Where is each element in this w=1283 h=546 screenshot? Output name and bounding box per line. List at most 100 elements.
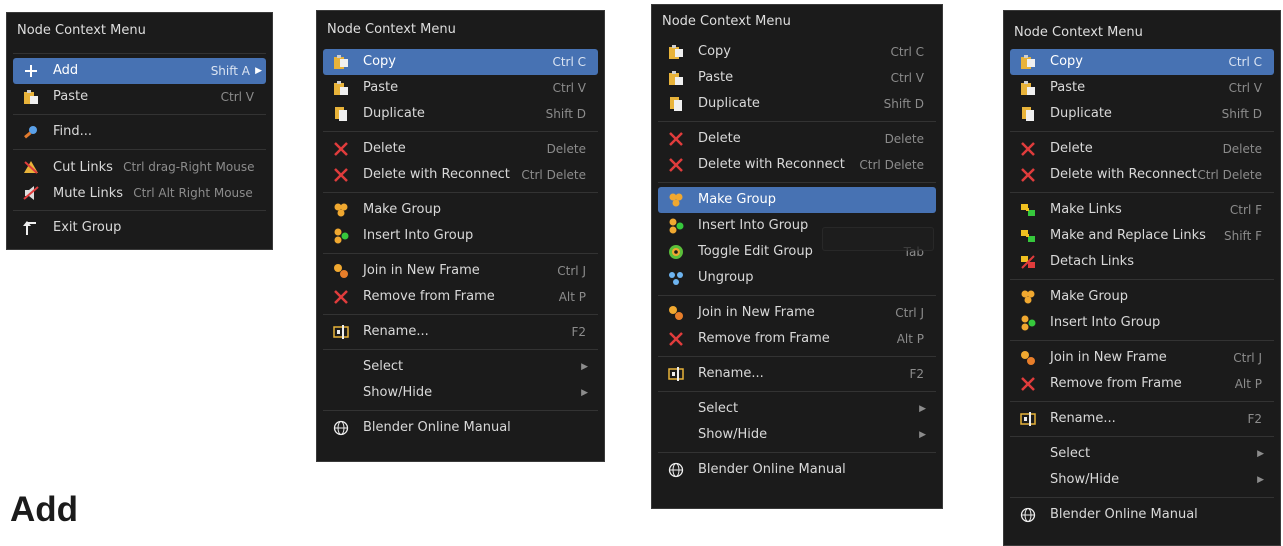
- menu-item-paste[interactable]: Paste Ctrl V: [658, 65, 936, 91]
- menu-item-mute-links[interactable]: Mute Links Ctrl Alt Right Mouse: [13, 180, 266, 206]
- menu-item-label: Duplicate: [698, 96, 760, 111]
- separator: [1010, 401, 1274, 402]
- menu-item-shortcut: Ctrl F: [1229, 203, 1262, 217]
- insert-group-icon: [668, 218, 684, 234]
- menu-item-select[interactable]: Select ▶: [1010, 441, 1274, 467]
- menu-item-copy[interactable]: Copy Ctrl C: [658, 39, 936, 65]
- mute-links-icon: [23, 185, 39, 201]
- menu-item-delete-with-reconnect[interactable]: Delete with Reconnect Ctrl Delete: [323, 162, 598, 188]
- menu-item-paste[interactable]: Paste Ctrl V: [323, 75, 598, 101]
- menu-item-show-hide[interactable]: Show/Hide ▶: [1010, 467, 1274, 493]
- menu-item-select[interactable]: Select ▶: [323, 354, 598, 380]
- delete-x-icon: [333, 167, 349, 183]
- menu-item-label: Find...: [53, 124, 93, 139]
- page-heading: Add: [10, 490, 79, 529]
- make-replace-links-icon: [1020, 228, 1036, 244]
- menu-item-label: Blender Online Manual: [363, 420, 511, 435]
- menu-item-shortcut: Shift D: [883, 97, 924, 111]
- menu-item-remove-from-frame[interactable]: Remove from Frame Alt P: [658, 326, 936, 352]
- menu-item-delete[interactable]: Delete Delete: [323, 136, 598, 162]
- node-context-menu-3: Node Context Menu Copy Ctrl C Paste Ctrl…: [651, 4, 943, 509]
- menu-item-shortcut: Ctrl C: [552, 55, 586, 69]
- menu-item-label: Make Group: [1050, 289, 1128, 304]
- menu-item-make-group[interactable]: Make Group: [323, 197, 598, 223]
- menu-item-label: Rename...: [698, 366, 764, 381]
- menu-item-delete-with-reconnect[interactable]: Delete with Reconnect Ctrl Delete: [658, 152, 936, 178]
- menu-item-show-hide[interactable]: Show/Hide ▶: [658, 422, 936, 448]
- menu-item-online-manual[interactable]: Blender Online Manual: [1010, 502, 1274, 528]
- delete-x-icon: [1020, 141, 1036, 157]
- menu-item-label: Blender Online Manual: [1050, 507, 1198, 522]
- delete-x-icon: [333, 141, 349, 157]
- menu-item-label: Select: [698, 401, 739, 416]
- menu-item-ungroup[interactable]: Ungroup: [658, 265, 936, 291]
- menu-item-label: Remove from Frame: [363, 289, 495, 304]
- separator: [13, 210, 266, 211]
- separator: [13, 53, 266, 54]
- menu-item-shortcut: Ctrl C: [890, 45, 924, 59]
- separator: [323, 253, 598, 254]
- globe-help-icon: [333, 420, 349, 436]
- menu-item-copy[interactable]: Copy Ctrl C: [1010, 49, 1274, 75]
- cut-links-icon: [23, 159, 39, 175]
- menu-item-add[interactable]: Add Shift A ▶: [13, 58, 266, 84]
- menu-item-shortcut: Ctrl Delete: [1197, 168, 1262, 182]
- menu-item-duplicate[interactable]: Duplicate Shift D: [323, 101, 598, 127]
- menu-item-insert-into-group[interactable]: Insert Into Group: [323, 223, 598, 249]
- menu-item-detach-links[interactable]: Detach Links: [1010, 249, 1274, 275]
- menu-item-online-manual[interactable]: Blender Online Manual: [323, 415, 598, 441]
- menu-item-rename[interactable]: Rename... F2: [1010, 406, 1274, 432]
- menu-item-label: Join in New Frame: [1050, 350, 1167, 365]
- menu-item-make-links[interactable]: Make Links Ctrl F: [1010, 197, 1274, 223]
- menu-item-delete[interactable]: Delete Delete: [658, 126, 936, 152]
- menu-item-show-hide[interactable]: Show/Hide ▶: [323, 380, 598, 406]
- menu-item-join-in-new-frame[interactable]: Join in New Frame Ctrl J: [1010, 345, 1274, 371]
- node-context-menu-1: Node Context Menu Add Shift A ▶ Paste Ct…: [6, 12, 273, 250]
- menu-item-rename[interactable]: Rename... F2: [323, 319, 598, 345]
- menu-item-label: Join in New Frame: [698, 305, 815, 320]
- separator: [13, 149, 266, 150]
- menu-item-join-in-new-frame[interactable]: Join in New Frame Ctrl J: [323, 258, 598, 284]
- menu-item-delete-with-reconnect[interactable]: Delete with Reconnect Ctrl Delete: [1010, 162, 1274, 188]
- separator: [1010, 436, 1274, 437]
- menu-item-shortcut: Ctrl Delete: [859, 158, 924, 172]
- menu-item-cut-links[interactable]: Cut Links Ctrl drag-Right Mouse: [13, 154, 266, 180]
- menu-item-label: Select: [1050, 446, 1091, 461]
- menu-item-join-in-new-frame[interactable]: Join in New Frame Ctrl J: [658, 300, 936, 326]
- menu-item-remove-from-frame[interactable]: Remove from Frame Alt P: [323, 284, 598, 310]
- duplicate-icon: [668, 96, 684, 112]
- menu-item-exit-group[interactable]: Exit Group: [13, 215, 266, 241]
- menu-item-make-and-replace-links[interactable]: Make and Replace Links Shift F: [1010, 223, 1274, 249]
- menu-item-shortcut: Shift A: [210, 64, 250, 78]
- separator: [658, 182, 936, 183]
- menu-item-shortcut: Shift D: [1221, 107, 1262, 121]
- duplicate-icon: [333, 106, 349, 122]
- menu-item-label: Duplicate: [363, 106, 425, 121]
- menu-item-label: Add: [53, 63, 79, 78]
- faded-tooltip: [822, 227, 934, 251]
- menu-item-insert-into-group[interactable]: Insert Into Group: [1010, 310, 1274, 336]
- menu-item-select[interactable]: Select ▶: [658, 396, 936, 422]
- menu-item-label: Copy: [363, 54, 396, 69]
- menu-item-make-group[interactable]: Make Group: [658, 187, 936, 213]
- globe-help-icon: [668, 462, 684, 478]
- separator: [1010, 131, 1274, 132]
- menu-item-remove-from-frame[interactable]: Remove from Frame Alt P: [1010, 371, 1274, 397]
- menu-item-make-group[interactable]: Make Group: [1010, 284, 1274, 310]
- menu-item-copy[interactable]: Copy Ctrl C: [323, 49, 598, 75]
- menu-item-label: Paste: [1050, 80, 1086, 95]
- menu-item-label: Delete with Reconnect: [698, 157, 845, 172]
- menu-item-shortcut: Shift D: [545, 107, 586, 121]
- menu-item-label: Insert Into Group: [363, 228, 474, 243]
- menu-item-paste[interactable]: Paste Ctrl V: [1010, 75, 1274, 101]
- separator: [1010, 497, 1274, 498]
- menu-item-shortcut: Delete: [884, 132, 924, 146]
- menu-item-delete[interactable]: Delete Delete: [1010, 136, 1274, 162]
- paste-icon: [668, 70, 684, 86]
- menu-item-duplicate[interactable]: Duplicate Shift D: [658, 91, 936, 117]
- menu-item-find[interactable]: Find...: [13, 119, 266, 145]
- menu-item-online-manual[interactable]: Blender Online Manual: [658, 457, 936, 483]
- menu-item-duplicate[interactable]: Duplicate Shift D: [1010, 101, 1274, 127]
- menu-item-paste[interactable]: Paste Ctrl V: [13, 84, 266, 110]
- menu-item-rename[interactable]: Rename... F2: [658, 361, 936, 387]
